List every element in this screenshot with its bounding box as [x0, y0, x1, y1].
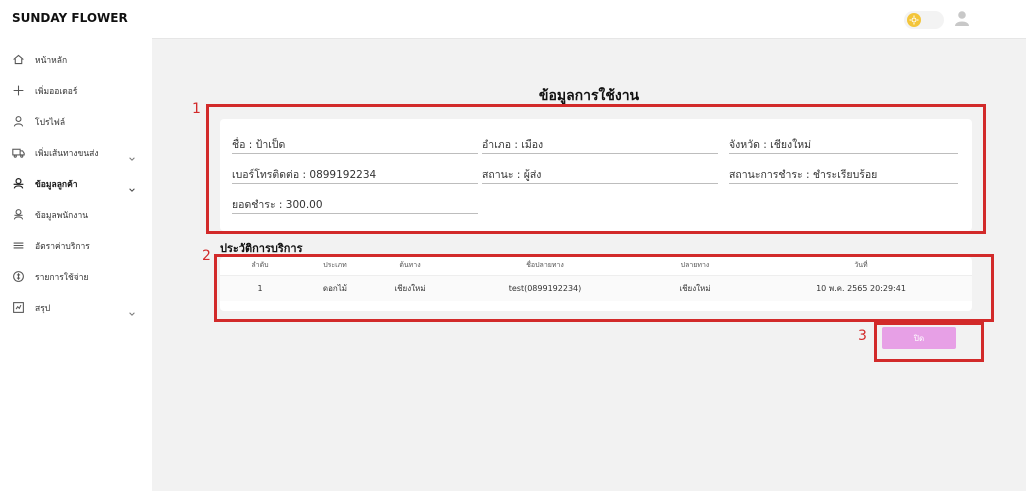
field-phone: เบอร์โทรติดต่อ : 0899192234: [232, 164, 478, 184]
chevron-down-icon: [128, 148, 136, 161]
field-name: ชื่อ : ป้าเป็ด: [232, 134, 478, 154]
sidebar: SUNDAY FLOWER หน้าหลัก เพิ่มออเดอร์ โปรไ…: [0, 0, 152, 491]
history-table: ลำดับ ประเภท ต้นทาง ชื่อปลายทาง ปลายทาง …: [220, 257, 972, 301]
table-cell: เชียงใหม่: [370, 274, 450, 301]
sidebar-item-label: เพิ่มเส้นทางขนส่ง: [35, 148, 99, 159]
history-table-card: ลำดับ ประเภท ต้นทาง ชื่อปลายทาง ปลายทาง …: [220, 257, 972, 311]
field-province: จังหวัด : เชียงใหม่: [729, 134, 958, 154]
table-cell: 10 พ.ค. 2565 20:29:41: [750, 274, 972, 301]
report-icon: [12, 301, 25, 314]
users-icon: [12, 177, 25, 190]
sidebar-item-label: สรุป: [35, 303, 51, 314]
chevron-down-icon: [128, 179, 136, 192]
home-icon: [12, 53, 25, 66]
column-header: ประเภท: [323, 261, 347, 270]
table-cell: เชียงใหม่: [640, 274, 750, 301]
chevron-down-icon: [128, 303, 136, 316]
brand-logo: SUNDAY FLOWER: [12, 11, 128, 25]
user-icon: [12, 115, 25, 128]
sidebar-item-home[interactable]: หน้าหลัก: [0, 44, 152, 75]
theme-toggle[interactable]: [904, 11, 944, 29]
field-status: สถานะ : ผู้ส่ง: [482, 164, 718, 184]
field-payment-status: สถานะการชำระ : ชำระเรียบร้อย: [729, 164, 958, 184]
sun-icon: [907, 13, 921, 27]
page-title: ข้อมูลการใช้งาน: [538, 88, 640, 104]
column-header: ลำดับ: [251, 261, 269, 270]
sidebar-item-label: รายการใช้จ่าย: [35, 272, 89, 283]
field-paid-amount: ยอดชำระ : 300.00: [232, 194, 478, 214]
column-header: ปลายทาง: [680, 261, 710, 270]
table-cell: 1: [220, 274, 300, 301]
annotation-number-3: 3: [858, 328, 867, 344]
table-cell: ดอกไม้: [300, 274, 370, 301]
sidebar-item-label: โปรไฟล์: [35, 117, 66, 128]
column-header: ชื่อปลายทาง: [526, 261, 564, 270]
sidebar-item-label: ข้อมูลลูกค้า: [35, 179, 78, 190]
history-title: ประวัติการบริการ: [220, 242, 303, 255]
sidebar-item-employees[interactable]: ข้อมูลพนักงาน: [0, 199, 152, 230]
avatar-icon[interactable]: [953, 9, 971, 27]
plus-icon: [12, 84, 25, 97]
employee-icon: [12, 208, 25, 221]
sidebar-item-label: หน้าหลัก: [35, 55, 68, 66]
sidebar-item-label: อัตราค่าบริการ: [35, 241, 90, 252]
sidebar-item-customers[interactable]: ข้อมูลลูกค้า: [0, 168, 152, 199]
rate-icon: [12, 239, 25, 252]
coin-icon: [12, 270, 25, 283]
sidebar-nav: หน้าหลัก เพิ่มออเดอร์ โปรไฟล์ เพิ่มเส้นท…: [0, 44, 152, 323]
customer-info-card: ชื่อ : ป้าเป็ด อำเภอ : เมือง จังหวัด : เ…: [220, 119, 972, 231]
table-header-row: ลำดับ ประเภท ต้นทาง ชื่อปลายทาง ปลายทาง …: [220, 257, 972, 275]
column-header: ต้นทาง: [399, 261, 421, 270]
sidebar-item-add-order[interactable]: เพิ่มออเดอร์: [0, 75, 152, 106]
field-district: อำเภอ : เมือง: [482, 134, 718, 154]
sidebar-item-expenses[interactable]: รายการใช้จ่าย: [0, 261, 152, 292]
table-cell: test(0899192234): [450, 274, 640, 301]
sidebar-item-routes[interactable]: เพิ่มเส้นทางขนส่ง: [0, 137, 152, 168]
sidebar-item-label: เพิ่มออเดอร์: [35, 86, 78, 97]
truck-icon: [12, 146, 25, 159]
sidebar-item-profile[interactable]: โปรไฟล์: [0, 106, 152, 137]
sidebar-item-summary[interactable]: สรุป: [0, 292, 152, 323]
sidebar-item-label: ข้อมูลพนักงาน: [35, 210, 89, 221]
table-row[interactable]: 1 ดอกไม้ เชียงใหม่ test(0899192234) เชีย…: [220, 274, 972, 301]
annotation-number-1: 1: [192, 101, 201, 117]
annotation-number-2: 2: [202, 248, 211, 264]
close-button[interactable]: ปิด: [882, 327, 956, 349]
sidebar-item-rates[interactable]: อัตราค่าบริการ: [0, 230, 152, 261]
column-header: วันที่: [854, 261, 868, 270]
main-content: ข้อมูลการใช้งาน ชื่อ : ป้าเป็ด อำเภอ : เ…: [152, 38, 1026, 491]
